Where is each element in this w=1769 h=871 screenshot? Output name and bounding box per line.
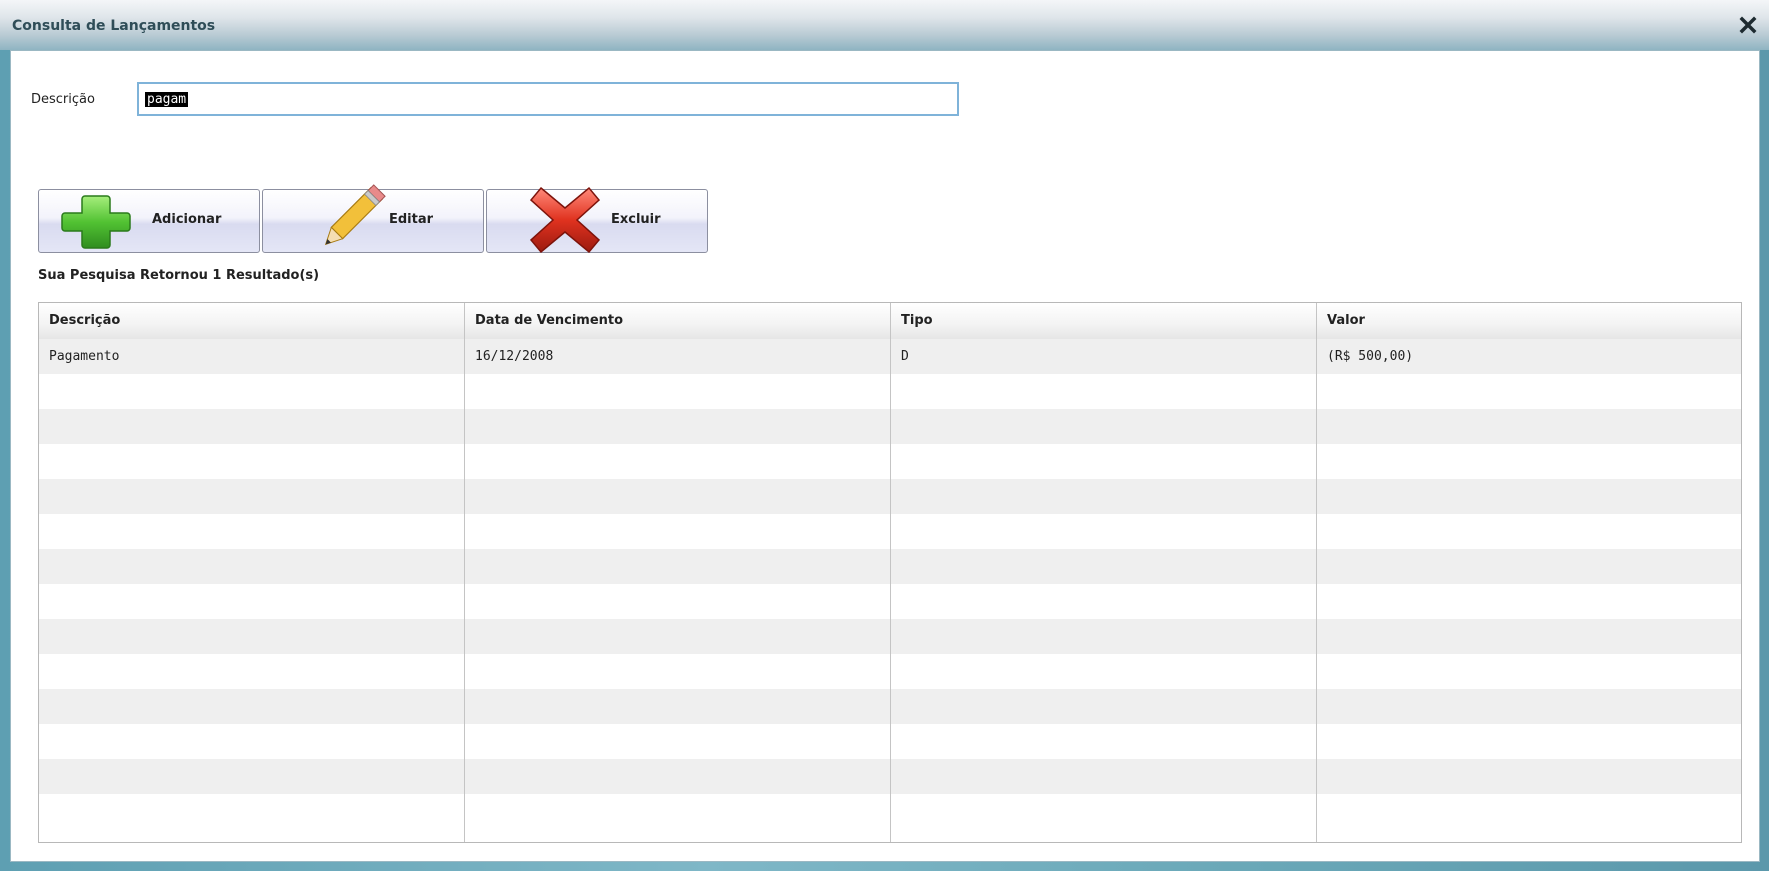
cell-tipo: D [901, 349, 909, 364]
x-icon [529, 186, 601, 254]
column-header-valor[interactable]: Valor [1317, 303, 1365, 339]
title-bar[interactable]: Consulta de Lançamentos [0, 0, 1769, 50]
cell-valor: (R$ 500,00) [1327, 349, 1414, 364]
results-count-message: Sua Pesquisa Retornou 1 Resultado(s) [38, 268, 320, 283]
cell-descricao: Pagamento [49, 349, 120, 364]
add-button[interactable]: Adicionar [38, 189, 260, 253]
dialog-window: Consulta de Lançamentos Descrição pagam … [0, 0, 1769, 871]
close-icon[interactable] [1737, 14, 1759, 36]
pencil-icon [324, 184, 386, 246]
description-input-value: pagam [145, 92, 189, 107]
column-divider [1316, 303, 1317, 842]
cell-data-vencimento: 16/12/2008 [475, 349, 554, 364]
column-header-descricao[interactable]: Descrição [39, 303, 120, 339]
window-title: Consulta de Lançamentos [12, 18, 216, 34]
plus-icon [61, 195, 131, 249]
delete-button[interactable]: Excluir [486, 186, 708, 254]
column-divider [464, 303, 465, 842]
add-button-label: Adicionar [152, 212, 222, 227]
description-label: Descrição [31, 92, 95, 107]
column-header-tipo[interactable]: Tipo [891, 303, 933, 339]
results-table: Descrição Data de Vencimento Tipo Valor … [38, 302, 1742, 843]
column-divider [890, 303, 891, 842]
description-input[interactable]: pagam [137, 82, 959, 116]
edit-button[interactable]: Editar [262, 184, 484, 253]
delete-button-label: Excluir [611, 212, 661, 227]
column-header-data-vencimento[interactable]: Data de Vencimento [465, 303, 623, 339]
edit-button-label: Editar [389, 212, 434, 227]
